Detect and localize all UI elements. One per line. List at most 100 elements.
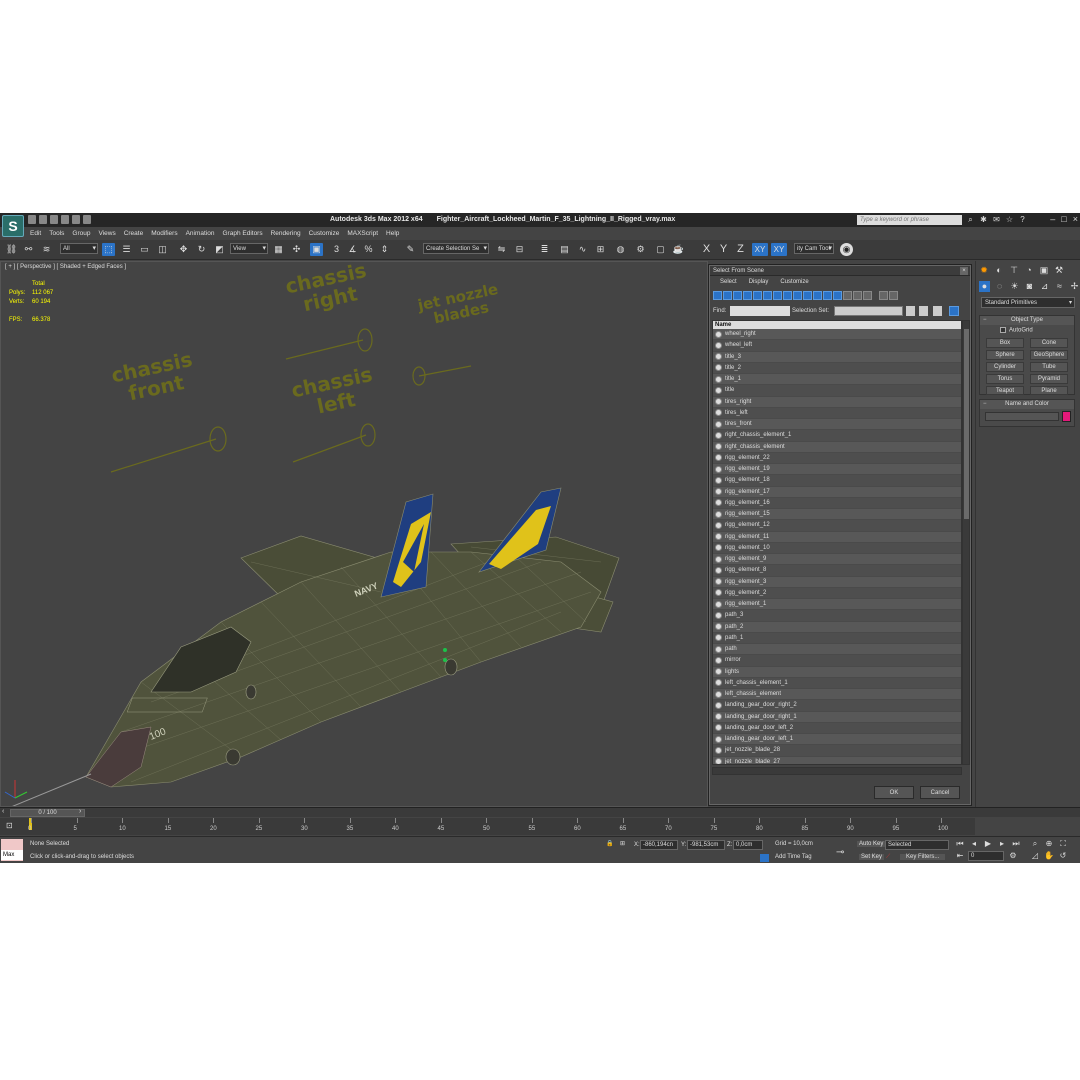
track-bar[interactable]: ⊡ 0 5 10 15 20 25 30 35 40 45 50 55 60 65 70 75 80 85 90 95…: [0, 818, 975, 835]
y-coord-input[interactable]: -981,53cm: [687, 840, 725, 850]
helpers-category-icon[interactable]: ⊿: [1039, 281, 1050, 292]
list-item[interactable]: rigg_element_18: [713, 475, 961, 487]
list-item[interactable]: rigg_element_9: [713, 554, 961, 566]
zoom-icon[interactable]: ⌕: [1030, 839, 1040, 849]
list-item[interactable]: path_3: [713, 610, 961, 622]
select-all-icon[interactable]: [843, 291, 852, 300]
axis-y-button[interactable]: Y: [717, 243, 730, 256]
key-mode-dropdown[interactable]: Selected: [885, 840, 949, 850]
city-cam-icon[interactable]: ◉: [840, 243, 853, 256]
next-frame-button-icon[interactable]: ▸: [997, 839, 1007, 849]
list-item[interactable]: right_chassis_element_1: [713, 430, 961, 442]
app-logo-icon[interactable]: S: [2, 215, 24, 237]
name-column-header[interactable]: Name: [713, 321, 961, 329]
filter-cameras-icon[interactable]: [743, 291, 752, 300]
dialog-close-icon[interactable]: ×: [960, 267, 968, 275]
favorites-icon[interactable]: ☆: [1005, 215, 1014, 224]
motion-tab-icon[interactable]: ◔: [1024, 265, 1034, 275]
list-item[interactable]: rigg_element_3: [713, 576, 961, 588]
menu-edit[interactable]: Edit: [26, 228, 45, 239]
bind-spacewarp-icon[interactable]: ≋: [40, 243, 53, 256]
list-item[interactable]: rigg_element_16: [713, 497, 961, 509]
list-item[interactable]: rigg_element_22: [713, 452, 961, 464]
auto-key-button[interactable]: Auto Key: [857, 841, 886, 847]
utilities-tab-icon[interactable]: ⚒: [1054, 265, 1064, 275]
save-file-icon[interactable]: [50, 215, 58, 224]
chassis-right-control-circle[interactable]: [357, 328, 373, 352]
material-editor-icon[interactable]: ◍: [614, 243, 627, 256]
autogrid-checkbox[interactable]: AutoGrid: [1000, 327, 1033, 334]
list-vertical-scrollbar[interactable]: [962, 320, 970, 765]
list-item[interactable]: path_1: [713, 632, 961, 644]
keyword-search-input[interactable]: Type a keyword or phrase: [857, 215, 962, 225]
chassis-left-control-line[interactable]: [292, 434, 367, 463]
box-button[interactable]: Box: [986, 338, 1024, 348]
project-folder-icon[interactable]: [83, 215, 91, 224]
hierarchy-tab-icon[interactable]: ⊤: [1009, 265, 1019, 275]
ok-button[interactable]: OK: [874, 786, 914, 799]
name-and-color-header[interactable]: Name and Color: [980, 400, 1074, 409]
open-file-icon[interactable]: [39, 215, 47, 224]
city-cam-tool-dropdown[interactable]: ity Cam Tool: [794, 243, 834, 254]
x-coord-input[interactable]: -860,194cn: [640, 840, 678, 850]
plane-button[interactable]: Plane: [1030, 386, 1068, 395]
list-item[interactable]: tires_left: [713, 407, 961, 419]
menu-customize[interactable]: Customize: [305, 228, 344, 239]
current-frame-input[interactable]: 0: [968, 851, 1004, 861]
filter-helpers-icon[interactable]: [753, 291, 762, 300]
mirror-icon[interactable]: ⇋: [495, 243, 508, 256]
axis-x-button[interactable]: X: [700, 243, 713, 256]
scale-icon[interactable]: ◩: [213, 243, 226, 256]
filter-bones-icon[interactable]: [793, 291, 802, 300]
z-coord-input[interactable]: 0,0cm: [733, 840, 763, 850]
selection-set-copy-icon[interactable]: [919, 306, 928, 316]
select-by-name-icon[interactable]: ☰: [120, 243, 133, 256]
unlink-icon[interactable]: ⚯: [22, 243, 35, 256]
list-item[interactable]: rigg_element_12: [713, 520, 961, 532]
menu-create[interactable]: Create: [120, 228, 148, 239]
prev-frame-icon[interactable]: ‹: [2, 808, 4, 815]
selection-set-remove-icon[interactable]: [933, 306, 942, 316]
time-configuration-icon[interactable]: ⚙: [1008, 851, 1018, 861]
previous-frame-icon[interactable]: ◂: [969, 839, 979, 849]
list-item[interactable]: rigg_element_1: [713, 599, 961, 611]
list-item[interactable]: tires_front: [713, 419, 961, 431]
filter-groups-icon[interactable]: [773, 291, 782, 300]
absolute-mode-icon[interactable]: ⊞: [620, 840, 625, 847]
list-item[interactable]: rigg_element_11: [713, 531, 961, 543]
list-item[interactable]: right_chassis_element: [713, 441, 961, 453]
filter-lights-icon[interactable]: [733, 291, 742, 300]
scroll-thumb[interactable]: [964, 329, 969, 519]
cylinder-button[interactable]: Cylinder: [986, 362, 1024, 372]
list-item[interactable]: path: [713, 644, 961, 656]
render-teapot-icon[interactable]: ☕: [672, 243, 685, 256]
pyramid-button[interactable]: Pyramid: [1030, 374, 1068, 384]
perspective-viewport[interactable]: [ + ] [ Perspective ] [ Shaded + Edged F…: [0, 258, 708, 807]
redo-icon[interactable]: [72, 215, 80, 224]
rotate-icon[interactable]: ↻: [195, 243, 208, 256]
list-item[interactable]: rigg_element_10: [713, 542, 961, 554]
chassis-front-control-circle[interactable]: [209, 426, 227, 452]
list-item[interactable]: jet_nozzle_blade_28: [713, 745, 961, 757]
menu-modifiers[interactable]: Modifiers: [147, 228, 181, 239]
graphite-ribbon-icon[interactable]: ▤: [558, 243, 571, 256]
shapes-category-icon[interactable]: ◌: [994, 281, 1005, 292]
select-none-icon[interactable]: [853, 291, 862, 300]
dialog-title[interactable]: Select From Scene ×: [710, 266, 970, 276]
menu-views[interactable]: Views: [94, 228, 119, 239]
object-type-header[interactable]: Object Type: [980, 316, 1074, 325]
select-manipulate-icon[interactable]: ✣: [290, 243, 303, 256]
next-frame-icon[interactable]: ›: [79, 808, 81, 815]
selection-set-add-icon[interactable]: [906, 306, 915, 316]
render-setup-icon[interactable]: ⚙: [634, 243, 647, 256]
dialog-menu-customize[interactable]: Customize: [780, 276, 808, 288]
jet-nozzle-control-line[interactable]: [418, 365, 472, 377]
orbit-icon[interactable]: ↺: [1058, 851, 1068, 861]
hierarchy-view-icon[interactable]: [949, 306, 959, 316]
teapot-button[interactable]: Teapot: [986, 386, 1024, 395]
sphere-button[interactable]: Sphere: [986, 350, 1024, 360]
axis-z-button[interactable]: Z: [734, 243, 747, 256]
dialog-menu-display[interactable]: Display: [749, 276, 769, 288]
rendered-frame-window-icon[interactable]: ▢: [654, 243, 667, 256]
reference-coordinate-dropdown[interactable]: View: [230, 243, 268, 254]
